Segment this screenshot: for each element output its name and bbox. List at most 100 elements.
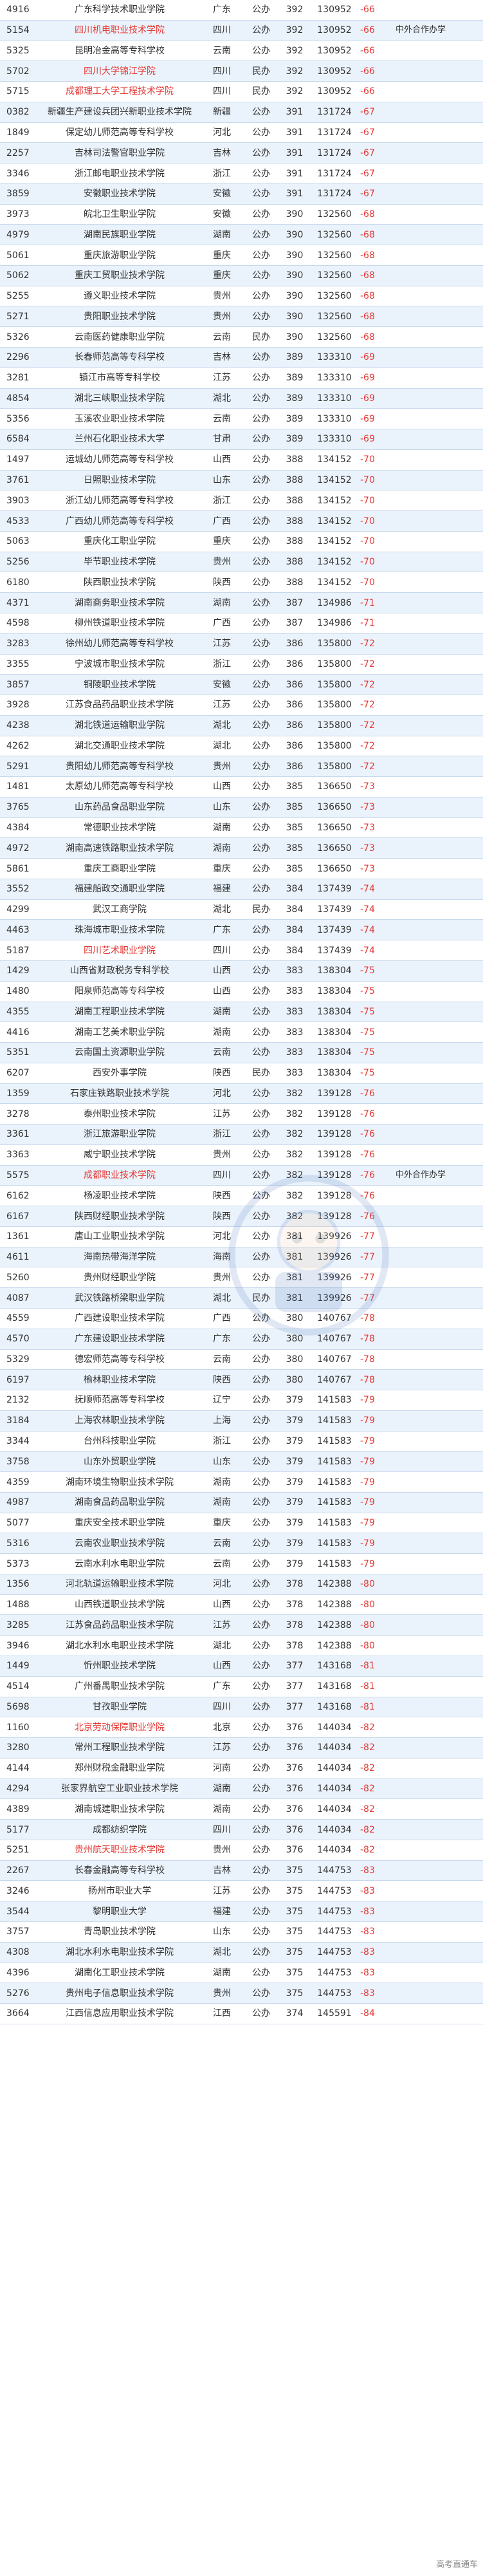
score-diff-cell: -73 xyxy=(358,837,393,859)
min-score-cell: 390 xyxy=(278,265,311,286)
min-rank-cell: 135800 xyxy=(311,715,358,736)
min-score-cell: 380 xyxy=(278,1308,311,1329)
school-name-cell: 云南国土资源职业学院 xyxy=(40,1042,199,1063)
school-type-cell: 公办 xyxy=(244,1717,278,1739)
table-row: 5276 贵州电子信息职业技术学院 贵州 公办 375 144753 -83 xyxy=(0,1983,483,2004)
note-cell xyxy=(393,1513,483,1534)
score-diff-cell: -71 xyxy=(358,613,393,634)
score-diff-cell: -75 xyxy=(358,1063,393,1084)
school-type-cell: 公办 xyxy=(244,1513,278,1534)
note-cell xyxy=(393,1880,483,1902)
school-type-cell: 公办 xyxy=(244,1144,278,1166)
school-code-cell: 5077 xyxy=(0,1513,40,1534)
school-type-cell: 公办 xyxy=(244,776,278,798)
province-cell: 江苏 xyxy=(199,633,244,655)
school-type-cell: 公办 xyxy=(244,1553,278,1574)
score-diff-cell: -76 xyxy=(358,1185,393,1207)
table-row: 2296 长春师范高等专科学校 吉林 公办 389 133310 -69 xyxy=(0,347,483,368)
note-cell xyxy=(393,1819,483,1840)
province-cell: 广西 xyxy=(199,1308,244,1329)
min-rank-cell: 131724 xyxy=(311,102,358,123)
table-row: 3355 宁波城市职业技术学院 浙江 公办 386 135800 -72 xyxy=(0,654,483,675)
school-type-cell: 公办 xyxy=(244,1022,278,1043)
score-diff-cell: -69 xyxy=(358,368,393,389)
table-row: 5861 重庆工商职业学院 重庆 公办 385 136650 -73 xyxy=(0,858,483,879)
school-code-cell: 4299 xyxy=(0,899,40,920)
table-row: 3761 日照职业技术学院 山东 公办 388 134152 -70 xyxy=(0,470,483,491)
note-cell xyxy=(393,306,483,328)
score-diff-cell: -75 xyxy=(358,981,393,1002)
school-type-cell: 公办 xyxy=(244,879,278,900)
province-cell: 上海 xyxy=(199,1410,244,1432)
table-row: 4308 湖北水利水电职业技术学院 湖北 公办 375 144753 -83 xyxy=(0,1942,483,1963)
table-row: 4533 广西幼儿师范高等专科学校 广西 公办 388 134152 -70 xyxy=(0,510,483,532)
school-name-cell: 徐州幼儿师范高等专科学校 xyxy=(40,633,199,655)
province-cell: 湖北 xyxy=(199,1287,244,1309)
min-score-cell: 391 xyxy=(278,122,311,144)
min-rank-cell: 142388 xyxy=(311,1574,358,1595)
score-diff-cell: -67 xyxy=(358,142,393,164)
min-score-cell: 378 xyxy=(278,1614,311,1636)
note-cell xyxy=(393,1737,483,1759)
table-row: 6207 西安外事学院 陕西 民办 383 138304 -75 xyxy=(0,1063,483,1084)
min-score-cell: 377 xyxy=(278,1676,311,1697)
school-code-cell: 4916 xyxy=(0,0,40,21)
school-code-cell: 1160 xyxy=(0,1717,40,1739)
min-score-cell: 375 xyxy=(278,1901,311,1922)
province-cell: 广东 xyxy=(199,1676,244,1697)
score-diff-cell: -68 xyxy=(358,326,393,348)
score-diff-cell: -79 xyxy=(358,1513,393,1534)
min-score-cell: 386 xyxy=(278,633,311,655)
min-score-cell: 376 xyxy=(278,1737,311,1759)
score-diff-cell: -66 xyxy=(358,0,393,21)
min-rank-cell: 144753 xyxy=(311,1901,358,1922)
note-cell xyxy=(393,817,483,839)
min-score-cell: 388 xyxy=(278,449,311,471)
school-code-cell: 5061 xyxy=(0,245,40,266)
min-score-cell: 389 xyxy=(278,388,311,409)
school-type-cell: 公办 xyxy=(244,1574,278,1595)
min-score-cell: 376 xyxy=(278,1717,311,1739)
school-type-cell: 公办 xyxy=(244,0,278,21)
table-row: 4359 湖南环境生物职业技术学院 湖南 公办 379 141583 -79 xyxy=(0,1471,483,1493)
province-cell: 湖南 xyxy=(199,1963,244,1984)
school-type-cell: 公办 xyxy=(244,736,278,757)
province-cell: 山西 xyxy=(199,1656,244,1677)
score-diff-cell: -81 xyxy=(358,1697,393,1718)
school-code-cell: 4087 xyxy=(0,1287,40,1309)
score-diff-cell: -68 xyxy=(358,306,393,328)
school-code-cell: 3285 xyxy=(0,1614,40,1636)
province-cell: 河北 xyxy=(199,122,244,144)
note-cell xyxy=(393,1656,483,1677)
note-cell xyxy=(393,1451,483,1473)
score-diff-cell: -76 xyxy=(358,1206,393,1227)
school-name-cell: 湖南民族职业学院 xyxy=(40,224,199,246)
school-code-cell: 5177 xyxy=(0,1819,40,1840)
score-diff-cell: -72 xyxy=(358,695,393,716)
province-cell: 浙江 xyxy=(199,163,244,184)
score-diff-cell: -79 xyxy=(358,1471,393,1493)
school-code-cell: 1849 xyxy=(0,122,40,144)
min-rank-cell: 141583 xyxy=(311,1451,358,1473)
school-name-cell: 湖南城建职业技术学院 xyxy=(40,1798,199,1820)
note-cell xyxy=(393,1778,483,1800)
score-diff-cell: -76 xyxy=(358,1124,393,1145)
school-name-cell: 泰州职业技术学院 xyxy=(40,1103,199,1125)
table-row: 5373 云南水利水电职业学院 云南 公办 379 141583 -79 xyxy=(0,1553,483,1574)
school-code-cell: 3361 xyxy=(0,1124,40,1145)
school-type-cell: 公办 xyxy=(244,1083,278,1105)
min-rank-cell: 140767 xyxy=(311,1369,358,1391)
note-cell xyxy=(393,981,483,1002)
table-row: 3363 威宁职业技术学院 贵州 公办 382 139128 -76 xyxy=(0,1144,483,1166)
min-score-cell: 385 xyxy=(278,837,311,859)
school-name-cell: 海南热带海洋学院 xyxy=(40,1247,199,1268)
province-cell: 贵州 xyxy=(199,1840,244,1861)
score-diff-cell: -81 xyxy=(358,1656,393,1677)
note-cell xyxy=(393,1758,483,1779)
school-code-cell: 5256 xyxy=(0,552,40,573)
note-cell xyxy=(393,1308,483,1329)
min-score-cell: 387 xyxy=(278,613,311,634)
score-diff-cell: -70 xyxy=(358,552,393,573)
min-score-cell: 390 xyxy=(278,306,311,328)
min-rank-cell: 140767 xyxy=(311,1308,358,1329)
